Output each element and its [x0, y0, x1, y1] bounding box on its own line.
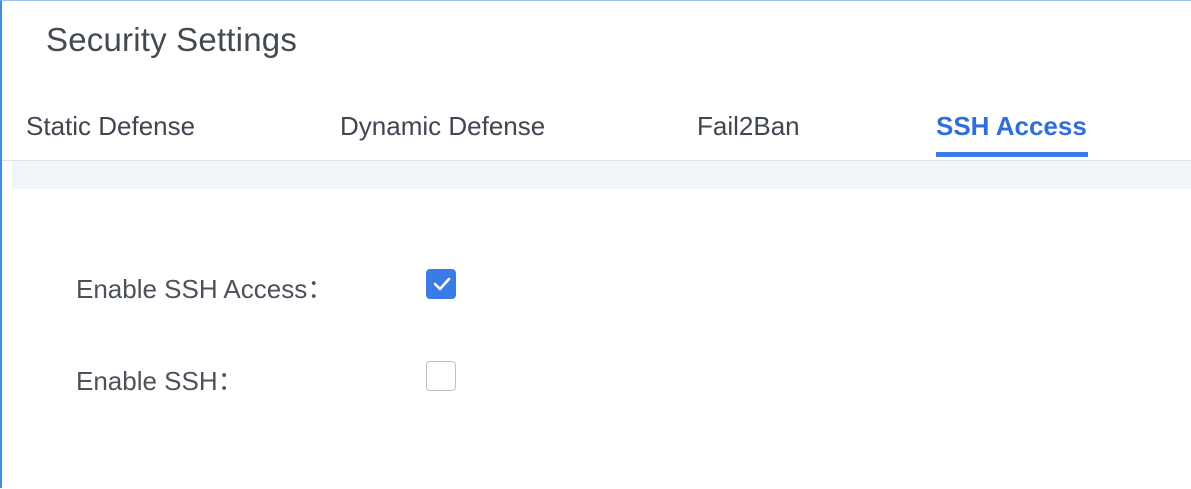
- security-settings-panel: Security Settings Static Defense Dynamic…: [0, 0, 1191, 489]
- tab-bar: Static Defense Dynamic Defense Fail2Ban …: [2, 97, 1191, 161]
- tab-static-defense[interactable]: Static Defense: [26, 111, 195, 142]
- tab-dynamic-defense[interactable]: Dynamic Defense: [340, 111, 545, 142]
- enable-ssh-checkbox[interactable]: [426, 361, 456, 391]
- enable-ssh-access-checkbox[interactable]: [426, 269, 456, 299]
- tab-ssh-access[interactable]: SSH Access: [936, 111, 1087, 142]
- enable-ssh-label: Enable SSH：: [76, 366, 244, 396]
- checkmark-icon: [433, 277, 451, 291]
- ssh-access-form: Enable SSH Access： Enable SSH：: [14, 189, 1191, 489]
- section-divider: [12, 161, 1191, 189]
- page-title: Security Settings: [46, 21, 298, 58]
- active-tab-indicator: [936, 152, 1088, 157]
- enable-ssh-access-label: Enable SSH Access：: [76, 274, 334, 304]
- tab-fail2ban[interactable]: Fail2Ban: [697, 111, 800, 142]
